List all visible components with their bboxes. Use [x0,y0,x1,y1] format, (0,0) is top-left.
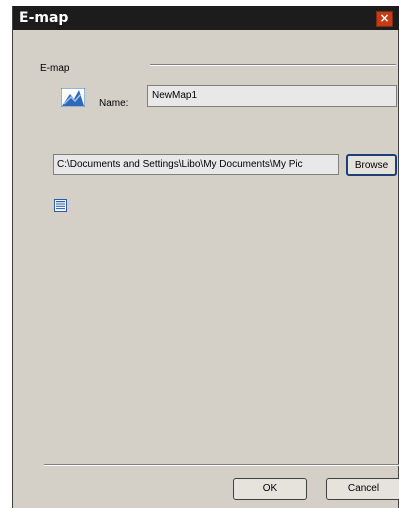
window-title: E-map [19,10,69,26]
footer-divider [44,464,399,466]
browse-button[interactable]: Browse [346,154,397,176]
title-bar[interactable]: E-map × [13,6,399,30]
name-input[interactable]: NewMap1 [147,85,397,107]
map-icon [61,88,85,107]
close-icon: × [379,11,390,25]
document-list-icon[interactable] [54,199,67,212]
file-path-input[interactable]: C:\Documents and Settings\Libo\My Docume… [53,154,339,175]
ok-button[interactable]: OK [233,478,307,500]
close-button[interactable]: × [376,11,393,27]
emap-dialog: E-map × E-map Name: NewMap1 C:\Documents… [12,6,399,508]
emap-group-label: E-map [40,63,70,74]
name-label: Name: [99,98,129,109]
cancel-button[interactable]: Cancel [326,478,399,500]
group-divider [150,64,396,66]
